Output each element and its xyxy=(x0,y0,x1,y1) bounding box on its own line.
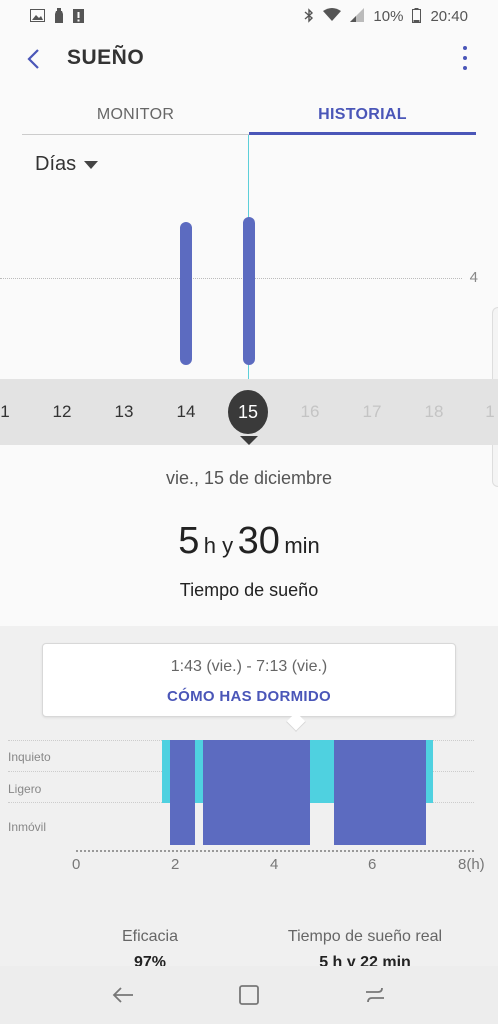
wifi-icon xyxy=(323,8,342,24)
deep-sleep-segment xyxy=(203,740,310,845)
day-label: 16 xyxy=(300,402,320,421)
tab-bar: MONITOR HISTORIAL xyxy=(22,96,476,136)
day-item[interactable]: 12 xyxy=(42,379,82,445)
sleep-detail-panel: 1:43 (vie.) - 7:13 (vie.) CÓMO HAS DORMI… xyxy=(0,626,498,971)
sleep-bar-day-14[interactable] xyxy=(180,221,192,365)
chevron-left-icon xyxy=(27,49,39,69)
battery-percent: 10% xyxy=(373,7,404,25)
back-arrow-icon xyxy=(112,987,133,1003)
bottle-icon xyxy=(54,7,64,25)
stage-label-motionless: Inmóvil xyxy=(8,820,47,834)
axis-label: 2 xyxy=(171,856,180,873)
nav-back-button[interactable] xyxy=(103,975,143,1015)
day-item: 18 xyxy=(414,379,454,445)
sleep-history-chart[interactable]: 4 xyxy=(0,135,498,380)
nav-home-button[interactable] xyxy=(229,975,269,1015)
axis-label: 0 xyxy=(72,856,81,873)
app-bar: SUEÑO xyxy=(0,36,498,82)
alert-icon xyxy=(73,8,84,25)
day-label: 15 xyxy=(228,390,268,434)
more-vertical-icon-dot xyxy=(463,56,467,60)
selected-day-pointer xyxy=(240,436,258,445)
day-item[interactable]: 14 xyxy=(166,379,206,445)
caret-down-icon xyxy=(84,160,99,169)
sleep-info-card[interactable]: 1:43 (vie.) - 7:13 (vie.) CÓMO HAS DORMI… xyxy=(42,643,456,717)
sleep-time-range: 1:43 (vie.) - 7:13 (vie.) xyxy=(170,658,328,675)
duration-hours-unit: h y xyxy=(203,533,234,558)
clock: 20:40 xyxy=(430,7,468,25)
day-label: 1 xyxy=(0,402,10,421)
image-icon xyxy=(30,8,45,24)
axis-label: 8(h) xyxy=(458,856,485,873)
status-right-icons: 10% 20:40 xyxy=(304,7,468,25)
sleep-bar-day-15[interactable] xyxy=(243,216,255,365)
day-item: 17 xyxy=(352,379,392,445)
day-label: 17 xyxy=(362,402,382,421)
battery-icon xyxy=(412,7,422,25)
stage-label-light: Ligero xyxy=(8,782,42,796)
day-item: 16 xyxy=(290,379,330,445)
tab-monitor[interactable]: MONITOR xyxy=(22,96,249,134)
day-label: 12 xyxy=(52,402,72,421)
real-sleep-label: Tiempo de sueño real xyxy=(287,928,443,945)
system-nav-bar xyxy=(0,966,498,1024)
sleep-time-label: Tiempo de sueño xyxy=(179,580,319,600)
day-label: 14 xyxy=(176,402,196,421)
duration-hours: 5 xyxy=(178,520,200,562)
stage-label-restless: Inquieto xyxy=(8,750,51,764)
nav-recents-button[interactable] xyxy=(355,975,395,1015)
deep-sleep-segment xyxy=(334,740,426,845)
day-item: 1 xyxy=(470,379,498,445)
tab-divider xyxy=(22,134,249,135)
more-options-button[interactable] xyxy=(460,46,470,70)
how-you-slept-link[interactable]: CÓMO HAS DORMIDO xyxy=(43,688,455,705)
day-item[interactable]: 13 xyxy=(104,379,144,445)
recents-icon xyxy=(366,987,384,1003)
sleep-duration: 5 h y 30 min xyxy=(0,520,498,563)
signal-icon xyxy=(350,8,365,24)
reference-line xyxy=(0,278,462,279)
bluetooth-icon xyxy=(304,7,314,25)
duration-minutes-unit: min xyxy=(284,533,320,558)
more-vertical-icon-dot xyxy=(463,66,467,70)
day-label: 18 xyxy=(424,402,444,421)
range-dropdown[interactable]: Días xyxy=(35,153,99,176)
reference-label: 4 xyxy=(469,269,478,286)
tab-selected-indicator xyxy=(249,132,476,135)
time-axis xyxy=(76,850,474,852)
day-item[interactable]: 1 xyxy=(0,379,25,445)
tab-historial[interactable]: HISTORIAL xyxy=(249,96,476,134)
range-dropdown-value: Días xyxy=(35,153,77,175)
day-label: 1 xyxy=(485,402,495,421)
efficiency-label: Eficacia xyxy=(121,928,179,945)
selected-date: vie., 15 de diciembre xyxy=(165,468,333,488)
page-title: SUEÑO xyxy=(67,46,145,69)
status-left-icons xyxy=(30,7,84,25)
home-square-icon xyxy=(239,985,259,1005)
status-bar: 10% 20:40 xyxy=(0,0,498,32)
back-button[interactable] xyxy=(20,44,46,74)
more-vertical-icon xyxy=(463,46,467,50)
deep-sleep-segment xyxy=(170,740,195,845)
duration-minutes: 30 xyxy=(237,520,280,562)
day-label: 13 xyxy=(114,402,134,421)
axis-label: 4 xyxy=(270,856,279,873)
axis-label: 6 xyxy=(368,856,377,873)
